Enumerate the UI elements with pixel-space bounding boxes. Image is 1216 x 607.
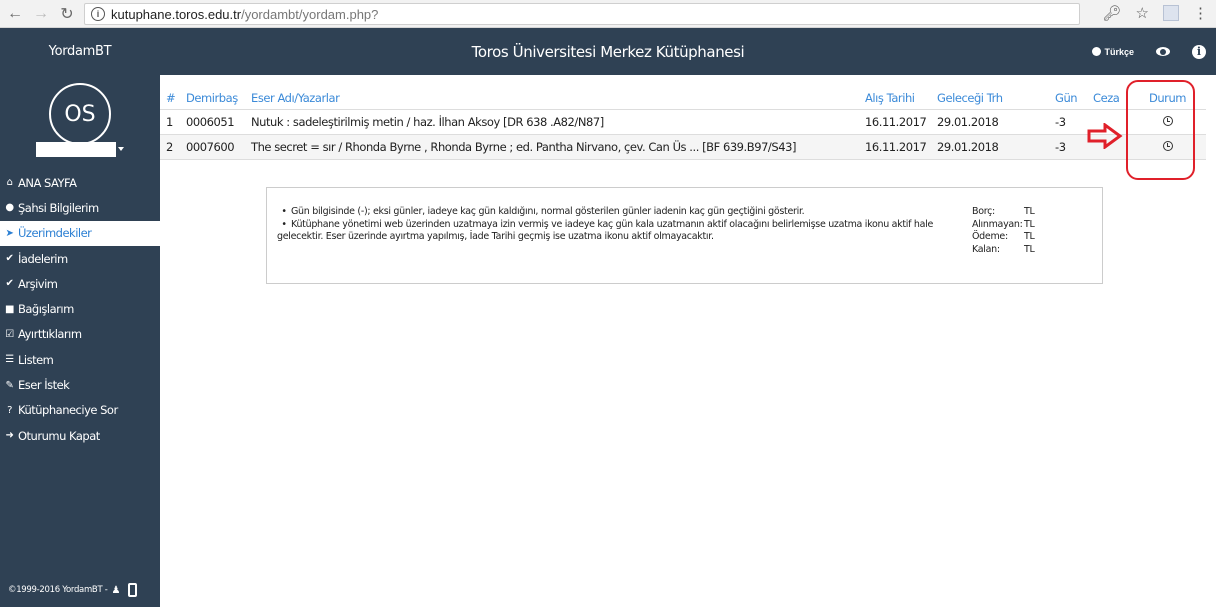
copyright-text: ©1999-2016 YordamBT - xyxy=(8,585,108,595)
cell-demirbas: 0007600 xyxy=(186,134,251,160)
info-note: • Kütüphane yönetimi web üzerinden uzatma… xyxy=(277,218,934,243)
sidebar-item-label: Şahsi Bilgilerim xyxy=(18,200,99,215)
browser-toolbar: ← → ↻ i kutuphane.toros.edu.tr/yordambt/… xyxy=(0,0,1216,28)
bookmark-star-icon[interactable]: ☆ xyxy=(1136,4,1149,22)
col-header-gelecegi[interactable]: Geleceği Trh xyxy=(937,88,1055,110)
edit-icon: ✎ xyxy=(5,379,14,391)
col-header-eser[interactable]: Eser Adı/Yazarlar xyxy=(251,88,865,110)
gift-icon: ■ xyxy=(5,303,14,315)
col-header-ceza[interactable]: Ceza xyxy=(1093,88,1129,110)
key-icon[interactable]: 🔑︎ xyxy=(1103,4,1122,22)
col-header-gun[interactable]: Gün xyxy=(1055,88,1093,110)
sidebar-item-label: ANA SAYFA xyxy=(18,175,77,190)
cell-index: 2 xyxy=(160,134,186,160)
info-icon[interactable]: i xyxy=(1192,44,1206,59)
users-group-icon[interactable]: ♟ xyxy=(112,585,121,596)
col-header-index[interactable]: # xyxy=(160,88,186,110)
address-bar[interactable]: i kutuphane.toros.edu.tr/yordambt/yordam… xyxy=(84,3,1080,25)
loans-table: # Demirbaş Eser Adı/Yazarlar Alış Tarihi… xyxy=(160,88,1206,160)
arrow-circle-icon: ➤ xyxy=(5,227,14,239)
sidebar-item-bagislarim[interactable]: ■ Bağışlarım xyxy=(0,296,160,321)
bullet-icon: • xyxy=(281,206,287,217)
info-panel: • Gün bilgisinde (-); eksi günler, iadeye… xyxy=(266,187,1103,284)
totals-summary: Borç: TL Alınmayan: TL Ödeme: TL Kalan: TL xyxy=(972,206,1035,256)
annotation-arrow-icon xyxy=(1087,123,1123,149)
user-icon: ● xyxy=(5,202,14,214)
sidebar-item-listem[interactable]: ☰ Listem xyxy=(0,347,160,372)
cell-alis-tarihi: 16.11.2017 xyxy=(865,109,937,135)
sidebar-item-uzerimdekiler[interactable]: ➤ Üzerimdekiler xyxy=(0,220,160,246)
globe-icon xyxy=(1092,47,1102,56)
cell-eser: Nutuk : sadeleştirilmiş metin / haz. İlh… xyxy=(251,109,865,135)
sidebar-item-label: Üzerimdekiler xyxy=(18,226,92,241)
username-redacted[interactable] xyxy=(36,142,116,157)
table-row: 2 0007600 The secret = sır / Rhonda Byrn… xyxy=(160,134,1206,160)
total-row-alinmayan: Alınmayan: TL xyxy=(972,218,1035,230)
user-caret-icon[interactable] xyxy=(118,147,124,151)
info-notes: • Gün bilgisinde (-); eksi günler, iadeye… xyxy=(277,206,947,244)
brand-logo[interactable]: YordamBT xyxy=(0,44,160,59)
col-header-alis-tarihi[interactable]: Alış Tarihi xyxy=(865,88,937,110)
sidebar-item-label: Kütüphaneciye Sor xyxy=(18,403,118,418)
language-selector[interactable]: Türkçe xyxy=(1092,47,1134,57)
table-header-row: # Demirbaş Eser Adı/Yazarlar Alış Tarihi… xyxy=(160,88,1206,110)
sign-out-icon: ➜ xyxy=(5,430,14,442)
page-title: Toros Üniversitesi Merkez Kütüphanesi xyxy=(471,42,745,61)
list-icon: ☰ xyxy=(5,354,14,366)
check-circle-icon: ✔ xyxy=(5,253,14,265)
home-icon: ⌂ xyxy=(6,177,13,189)
calendar-check-icon: ☑ xyxy=(5,328,14,340)
total-row-borc: Borç: TL xyxy=(972,206,1035,217)
bullet-icon: • xyxy=(281,218,287,230)
sidebar-menu: ⌂ ANA SAYFA ● Şahsi Bilgilerim ➤ Üzerimdeki… xyxy=(0,170,160,448)
url-path: /yordambt/yordam.php? xyxy=(241,6,379,22)
sidebar-item-label: Listem xyxy=(18,352,54,367)
menu-kebab-icon[interactable]: ⋮ xyxy=(1193,4,1208,22)
sidebar-item-label: Bağışlarım xyxy=(18,302,74,317)
sidebar-item-sahsi-bilgilerim[interactable]: ● Şahsi Bilgilerim xyxy=(0,195,160,220)
sidebar-item-arsivim[interactable]: ✔ Arşivim xyxy=(0,271,160,296)
app-header: YordamBT Toros Üniversitesi Merkez Kütüp… xyxy=(0,28,1216,75)
extension-icon[interactable] xyxy=(1163,5,1179,21)
check-circle-icon: ✔ xyxy=(5,278,14,290)
cell-eser: The secret = sır / Rhonda Byrne , Rhonda… xyxy=(251,134,865,160)
language-label: Türkçe xyxy=(1104,46,1134,57)
info-note: • Gün bilgisinde (-); eksi günler, iadeye… xyxy=(277,206,947,219)
sidebar-footer: ©1999-2016 YordamBT - ♟ xyxy=(8,583,138,597)
forward-icon[interactable]: → xyxy=(30,3,52,25)
eye-icon[interactable] xyxy=(1156,47,1170,56)
question-circle-icon: ? xyxy=(7,404,12,416)
main-content: # Demirbaş Eser Adı/Yazarlar Alış Tarihi… xyxy=(160,75,1216,607)
cell-index: 1 xyxy=(160,109,186,135)
sidebar-item-oturumu-kapat[interactable]: ➜ Oturumu Kapat xyxy=(0,423,160,448)
sidebar-item-label: İadelerim xyxy=(18,251,68,266)
site-info-icon[interactable]: i xyxy=(91,7,105,21)
url-host: kutuphane.toros.edu.tr xyxy=(111,6,242,22)
table-row: 1 0006051 Nutuk : sadeleştirilmiş metin … xyxy=(160,109,1206,135)
cell-demirbas: 0006051 xyxy=(186,109,251,135)
sidebar-item-iadelerim[interactable]: ✔ İadelerim xyxy=(0,246,160,271)
cell-gelecegi: 29.01.2018 xyxy=(937,109,1055,135)
sidebar-item-label: Arşivim xyxy=(18,276,58,291)
sidebar-item-kutuphaneciye-sor[interactable]: ? Kütüphaneciye Sor xyxy=(0,398,160,423)
sidebar-item-label: Ayırttıklarım xyxy=(18,327,82,342)
mobile-phone-icon[interactable] xyxy=(128,583,138,597)
total-row-odeme: Ödeme: TL xyxy=(972,231,1035,242)
sidebar-item-eser-istek[interactable]: ✎ Eser İstek xyxy=(0,372,160,397)
avatar: OS xyxy=(49,83,111,145)
sidebar-item-label: Eser İstek xyxy=(18,378,70,393)
reload-icon[interactable]: ↻ xyxy=(56,3,78,25)
sidebar-item-label: Oturumu Kapat xyxy=(18,428,100,443)
cell-gelecegi: 29.01.2018 xyxy=(937,134,1055,160)
cell-alis-tarihi: 16.11.2017 xyxy=(865,134,937,160)
sidebar-item-ana-sayfa[interactable]: ⌂ ANA SAYFA xyxy=(0,170,160,195)
sidebar-item-ayirttiklarim[interactable]: ☑ Ayırttıklarım xyxy=(0,322,160,347)
col-header-demirbas[interactable]: Demirbaş xyxy=(186,88,251,110)
annotation-highlight-box xyxy=(1126,80,1195,180)
back-icon[interactable]: ← xyxy=(4,3,26,25)
sidebar: OS ⌂ ANA SAYFA ● Şahsi Bilgilerim ➤ Üzerimd… xyxy=(0,75,160,607)
total-row-kalan: Kalan: TL xyxy=(972,243,1035,255)
